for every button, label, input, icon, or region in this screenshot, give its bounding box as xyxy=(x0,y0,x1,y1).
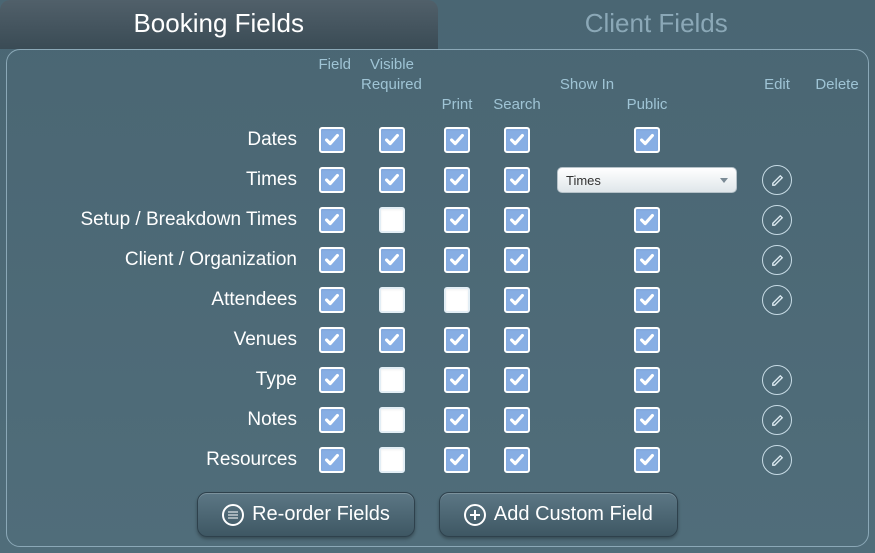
required-checkbox[interactable] xyxy=(379,367,405,393)
reorder-icon xyxy=(222,504,244,526)
required-checkbox[interactable] xyxy=(379,207,405,233)
header-search: Search xyxy=(487,96,547,120)
visible-checkbox[interactable] xyxy=(319,127,345,153)
print-checkbox[interactable] xyxy=(444,127,470,153)
print-checkbox[interactable] xyxy=(444,207,470,233)
print-checkbox[interactable] xyxy=(444,407,470,433)
field-label: Times xyxy=(17,160,307,200)
public-checkbox[interactable] xyxy=(634,367,660,393)
tab-client-fields[interactable]: Client Fields xyxy=(438,0,875,49)
header-edit: Edit xyxy=(747,76,807,96)
print-checkbox[interactable] xyxy=(444,167,470,193)
add-custom-field-button[interactable]: Add Custom Field xyxy=(439,492,678,537)
search-checkbox[interactable] xyxy=(504,247,530,273)
tabs-bar: Booking Fields Client Fields xyxy=(0,0,875,49)
print-checkbox[interactable] xyxy=(444,327,470,353)
search-checkbox[interactable] xyxy=(504,327,530,353)
public-checkbox[interactable] xyxy=(634,447,660,473)
field-label: Client / Organization xyxy=(17,240,307,280)
public-checkbox[interactable] xyxy=(634,327,660,353)
dropdown-value: Times xyxy=(566,173,601,188)
public-checkbox[interactable] xyxy=(634,287,660,313)
required-checkbox[interactable] xyxy=(379,247,405,273)
field-label: Resources xyxy=(17,440,307,480)
edit-button[interactable] xyxy=(762,245,792,275)
edit-button[interactable] xyxy=(762,205,792,235)
print-checkbox[interactable] xyxy=(444,247,470,273)
header-showin: Show In xyxy=(427,76,747,96)
field-label: Notes xyxy=(17,400,307,440)
chevron-down-icon xyxy=(720,178,728,183)
visible-checkbox[interactable] xyxy=(319,407,345,433)
print-checkbox[interactable] xyxy=(444,287,470,313)
public-checkbox[interactable] xyxy=(634,247,660,273)
reorder-label: Re-order Fields xyxy=(252,503,390,526)
footer-buttons: Re-order Fields Add Custom Field xyxy=(17,492,858,537)
visible-checkbox[interactable] xyxy=(319,287,345,313)
visible-checkbox[interactable] xyxy=(319,367,345,393)
required-checkbox[interactable] xyxy=(379,447,405,473)
search-checkbox[interactable] xyxy=(504,447,530,473)
field-label: Dates xyxy=(17,120,307,160)
edit-button[interactable] xyxy=(762,445,792,475)
edit-button[interactable] xyxy=(762,285,792,315)
required-checkbox[interactable] xyxy=(379,327,405,353)
visible-checkbox[interactable] xyxy=(319,327,345,353)
visible-checkbox[interactable] xyxy=(319,207,345,233)
plus-icon xyxy=(464,504,486,526)
public-checkbox[interactable] xyxy=(634,127,660,153)
public-checkbox[interactable] xyxy=(634,207,660,233)
search-checkbox[interactable] xyxy=(504,287,530,313)
visible-checkbox[interactable] xyxy=(319,167,345,193)
print-checkbox[interactable] xyxy=(444,367,470,393)
required-checkbox[interactable] xyxy=(379,287,405,313)
field-label: Setup / Breakdown Times xyxy=(17,200,307,240)
search-checkbox[interactable] xyxy=(504,207,530,233)
reorder-fields-button[interactable]: Re-order Fields xyxy=(197,492,415,537)
search-checkbox[interactable] xyxy=(504,407,530,433)
header-print: Print xyxy=(427,96,487,120)
fields-panel: Field Visible Required Show In Edit Dele… xyxy=(6,49,869,547)
add-label: Add Custom Field xyxy=(494,503,653,526)
public-checkbox[interactable] xyxy=(634,407,660,433)
field-label: Venues xyxy=(17,320,307,360)
header-public: Public xyxy=(547,96,747,120)
header-field: Field xyxy=(307,56,357,76)
edit-button[interactable] xyxy=(762,165,792,195)
required-checkbox[interactable] xyxy=(379,167,405,193)
visible-checkbox[interactable] xyxy=(319,247,345,273)
public-dropdown[interactable]: Times xyxy=(557,167,737,193)
required-checkbox[interactable] xyxy=(379,127,405,153)
required-checkbox[interactable] xyxy=(379,407,405,433)
tab-booking-fields[interactable]: Booking Fields xyxy=(0,0,438,49)
search-checkbox[interactable] xyxy=(504,367,530,393)
print-checkbox[interactable] xyxy=(444,447,470,473)
edit-button[interactable] xyxy=(762,365,792,395)
search-checkbox[interactable] xyxy=(504,167,530,193)
search-checkbox[interactable] xyxy=(504,127,530,153)
header-required: Required xyxy=(357,76,427,96)
field-label: Attendees xyxy=(17,280,307,320)
header-delete: Delete xyxy=(807,76,867,96)
edit-button[interactable] xyxy=(762,405,792,435)
field-label: Type xyxy=(17,360,307,400)
visible-checkbox[interactable] xyxy=(319,447,345,473)
header-visible: Visible xyxy=(357,56,427,76)
